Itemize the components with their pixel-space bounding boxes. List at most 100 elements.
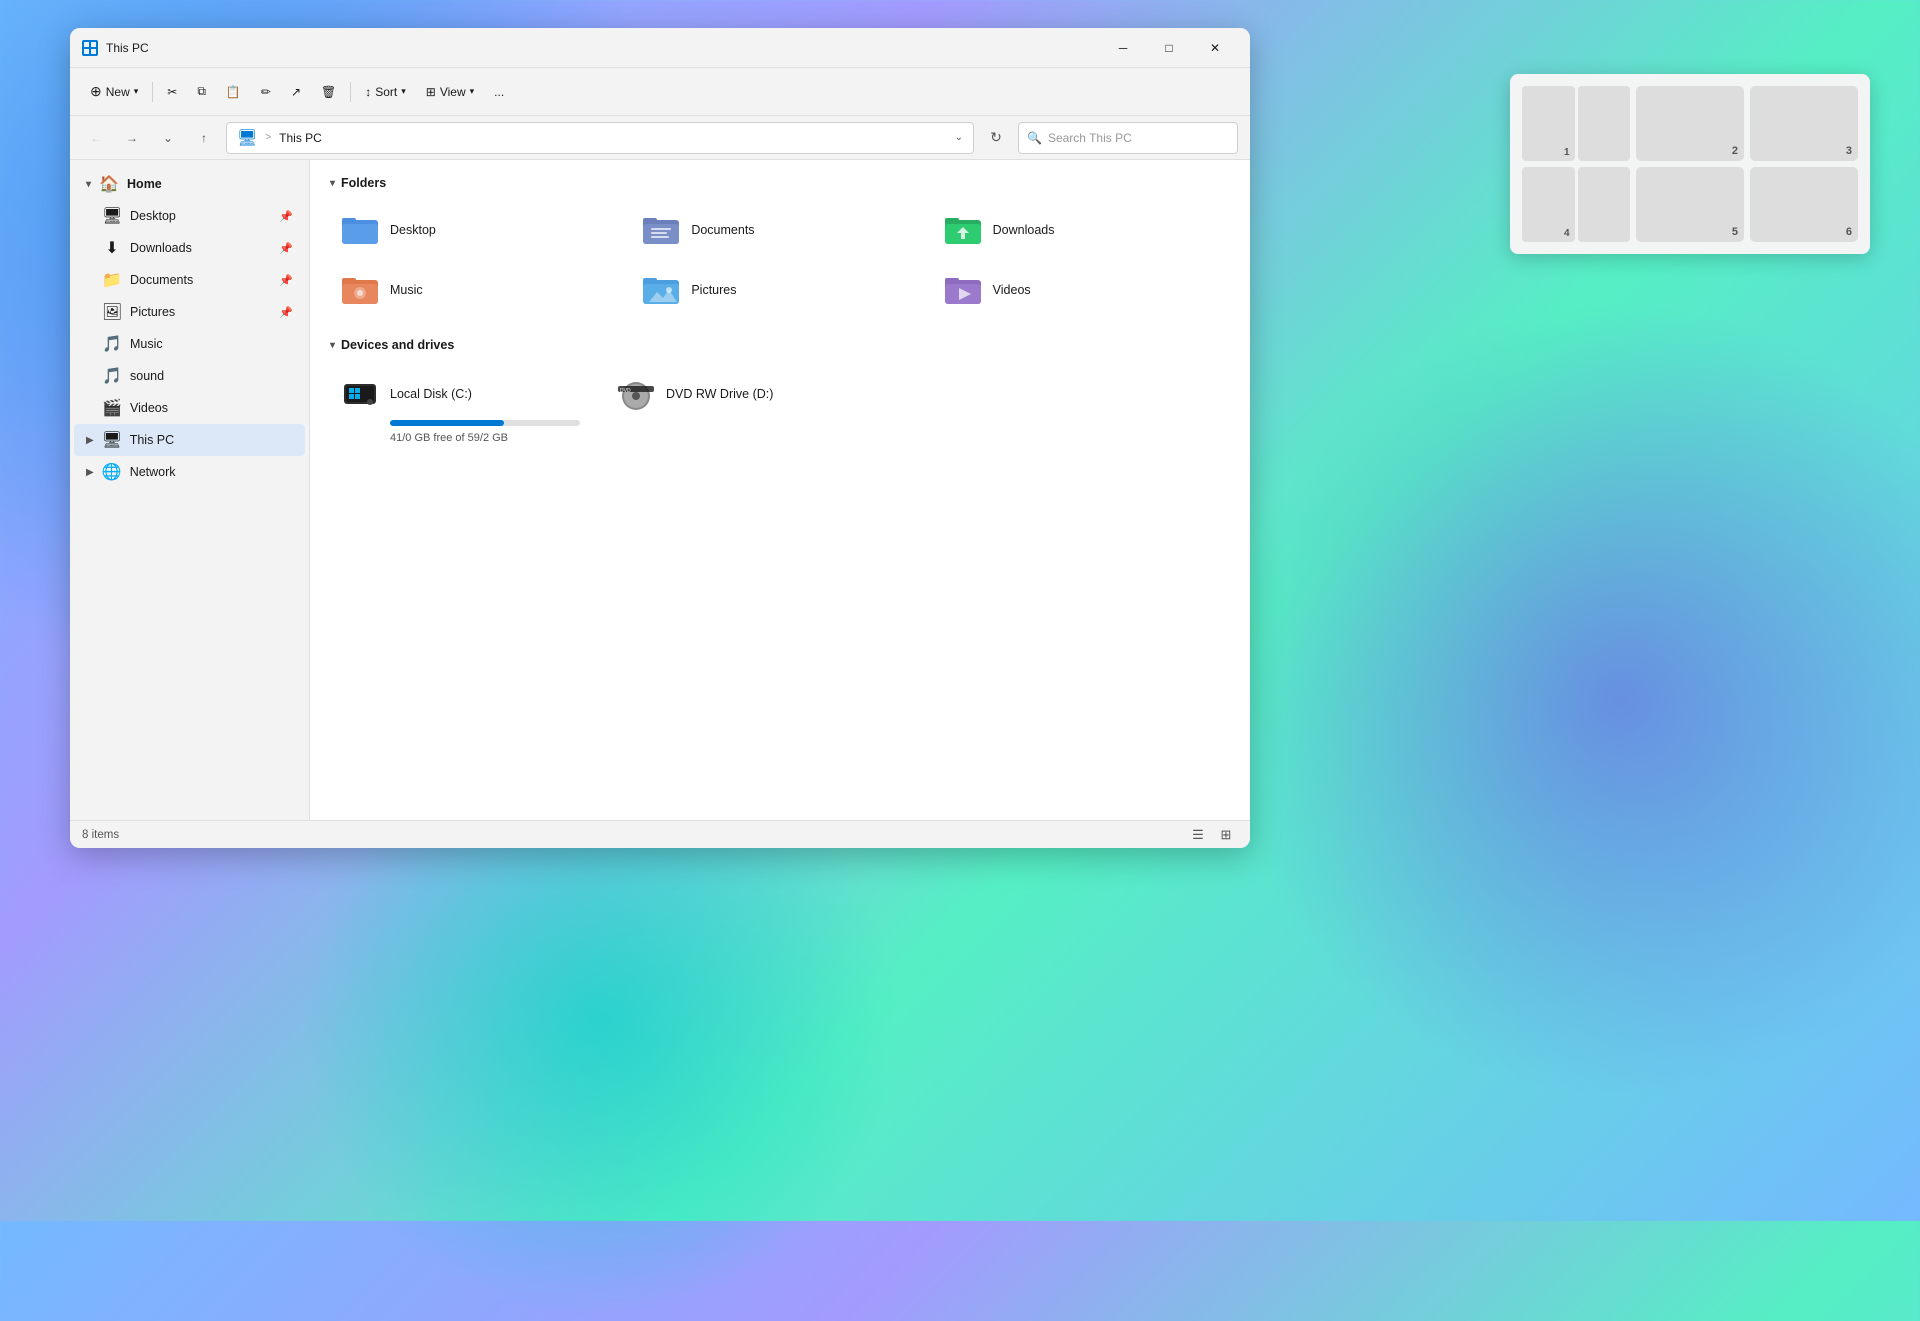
share-button[interactable]: ↗ xyxy=(283,76,309,108)
sidebar-desktop-label: Desktop xyxy=(130,209,176,223)
cut-icon: ✂ xyxy=(167,85,177,99)
sidebar-sound-label: sound xyxy=(130,369,164,383)
sidebar-home-label: Home xyxy=(127,177,162,191)
pictures-icon: 🖼 xyxy=(102,302,122,322)
folder-pictures-icon xyxy=(641,270,681,310)
snap-cell-4[interactable]: 4 xyxy=(1522,167,1575,242)
folder-item-downloads[interactable]: Downloads xyxy=(933,202,1230,258)
share-icon: ↗ xyxy=(291,85,301,99)
search-placeholder: Search This PC xyxy=(1048,131,1132,145)
snap-cell-1[interactable]: 1 xyxy=(1522,86,1575,161)
device-item-c[interactable]: Local Disk (C:) 41/0 GB free of 59/2 GB xyxy=(330,364,590,454)
window-controls: ─ □ ✕ xyxy=(1100,32,1238,64)
device-item-d[interactable]: DVD DVD RW Drive (D:) xyxy=(606,364,866,454)
sidebar: ▾ 🏠 Home 🖥 Desktop 📌 ⬇ Downloads 📌 📁 Doc… xyxy=(70,160,310,820)
close-button[interactable]: ✕ xyxy=(1192,32,1238,64)
folder-downloads-name: Downloads xyxy=(993,223,1055,237)
snap-cell-4-label: 4 xyxy=(1564,228,1570,239)
sidebar-item-network[interactable]: ▶ 🌐 Network xyxy=(74,456,305,488)
cut-button[interactable]: ✂ xyxy=(159,76,185,108)
refresh-button[interactable]: ↻ xyxy=(982,124,1010,152)
bg-decoration-2 xyxy=(1220,300,1920,1100)
documents-icon: 📁 xyxy=(102,270,122,290)
sidebar-pictures-label: Pictures xyxy=(130,305,175,319)
rename-icon: ✏ xyxy=(261,85,271,99)
snap-cell-2[interactable]: 2 xyxy=(1636,86,1744,161)
sidebar-item-pictures[interactable]: 🖼 Pictures 📌 xyxy=(74,296,305,328)
device-c-header: Local Disk (C:) xyxy=(340,374,580,414)
maximize-button[interactable]: □ xyxy=(1146,32,1192,64)
sidebar-item-videos[interactable]: 🎬 Videos xyxy=(74,392,305,424)
new-label: New xyxy=(106,85,130,99)
folder-item-music[interactable]: Music xyxy=(330,262,627,318)
device-c-info: Local Disk (C:) xyxy=(390,387,472,401)
svg-text:DVD: DVD xyxy=(620,388,631,394)
snap-cell-2-label: 2 xyxy=(1732,145,1738,157)
sidebar-item-desktop[interactable]: 🖥 Desktop 📌 xyxy=(74,200,305,232)
folder-videos-icon xyxy=(943,270,983,310)
folder-item-desktop[interactable]: Desktop xyxy=(330,202,627,258)
up-button[interactable]: ↑ xyxy=(190,124,218,152)
back-button[interactable]: ← xyxy=(82,124,110,152)
recent-button[interactable]: ⌄ xyxy=(154,124,182,152)
grid-view-button[interactable]: ⊞ xyxy=(1214,823,1238,847)
devices-section-label: ▾ Devices and drives xyxy=(330,338,1230,352)
snap-cell-6-label: 6 xyxy=(1846,226,1852,238)
downloads-pin-icon: 📌 xyxy=(279,242,293,255)
folder-item-videos[interactable]: Videos xyxy=(933,262,1230,318)
status-count: 8 items xyxy=(82,829,119,841)
folder-downloads-icon xyxy=(943,210,983,250)
view-button[interactable]: ⊞ View ▾ xyxy=(418,76,482,108)
window-title: This PC xyxy=(106,41,1100,55)
device-c-name: Local Disk (C:) xyxy=(390,387,472,401)
snap-cell-2-split[interactable] xyxy=(1578,86,1631,161)
list-view-button[interactable]: ☰ xyxy=(1186,823,1210,847)
device-d-info: DVD RW Drive (D:) xyxy=(666,387,773,401)
new-chevron-icon: ▾ xyxy=(134,86,139,97)
devices-label: Devices and drives xyxy=(341,338,454,352)
separator-2 xyxy=(350,82,351,102)
folder-item-documents[interactable]: Documents xyxy=(631,202,928,258)
sidebar-item-documents[interactable]: 📁 Documents 📌 xyxy=(74,264,305,296)
address-bar: ← → ⌄ ↑ 🖥 > This PC ⌄ ↻ 🔍 Search This PC xyxy=(70,116,1250,160)
rename-button[interactable]: ✏ xyxy=(253,76,279,108)
device-c-space: 41/0 GB free of 59/2 GB xyxy=(390,432,580,444)
sidebar-item-this-pc[interactable]: ▶ 🖥 This PC xyxy=(74,424,305,456)
delete-icon: 🗑 xyxy=(321,85,336,99)
new-button[interactable]: ⊕ New ▾ xyxy=(82,76,146,108)
sidebar-item-sound[interactable]: 🎵 sound xyxy=(74,360,305,392)
delete-button[interactable]: 🗑 xyxy=(313,76,344,108)
separator-1 xyxy=(152,82,153,102)
paste-button[interactable]: 📋 xyxy=(218,76,249,108)
more-button[interactable]: ... xyxy=(486,76,512,108)
device-d-icon: DVD xyxy=(616,374,656,414)
address-dropdown-icon: ⌄ xyxy=(955,132,963,143)
minimize-button[interactable]: ─ xyxy=(1100,32,1146,64)
sidebar-item-downloads[interactable]: ⬇ Downloads 📌 xyxy=(74,232,305,264)
documents-pin-icon: 📌 xyxy=(279,274,293,287)
sidebar-item-music[interactable]: 🎵 Music xyxy=(74,328,305,360)
address-path: This PC xyxy=(279,131,322,145)
snap-cell-4r[interactable] xyxy=(1578,167,1631,242)
copy-button[interactable]: ⧉ xyxy=(189,76,214,108)
snap-cell-6[interactable]: 6 xyxy=(1750,167,1858,242)
folders-chevron-icon: ▾ xyxy=(330,178,335,189)
sort-label: Sort xyxy=(375,85,397,99)
downloads-icon: ⬇ xyxy=(102,238,122,258)
address-input[interactable]: 🖥 > This PC ⌄ xyxy=(226,122,974,154)
home-chevron-icon: ▾ xyxy=(86,179,91,190)
new-icon: ⊕ xyxy=(90,83,102,100)
folder-item-pictures[interactable]: Pictures xyxy=(631,262,928,318)
videos-icon: 🎬 xyxy=(102,398,122,418)
sidebar-home[interactable]: ▾ 🏠 Home xyxy=(74,168,305,200)
folder-documents-name: Documents xyxy=(691,223,754,237)
pictures-pin-icon: 📌 xyxy=(279,306,293,319)
music-icon: 🎵 xyxy=(102,334,122,354)
snap-cell-3[interactable]: 3 xyxy=(1750,86,1858,161)
search-box[interactable]: 🔍 Search This PC xyxy=(1018,122,1238,154)
sort-button[interactable]: ↕ Sort ▾ xyxy=(357,76,414,108)
folder-music-icon xyxy=(340,270,380,310)
forward-button[interactable]: → xyxy=(118,124,146,152)
snap-cell-5[interactable]: 5 xyxy=(1636,167,1744,242)
status-bar: 8 items ☰ ⊞ xyxy=(70,820,1250,848)
